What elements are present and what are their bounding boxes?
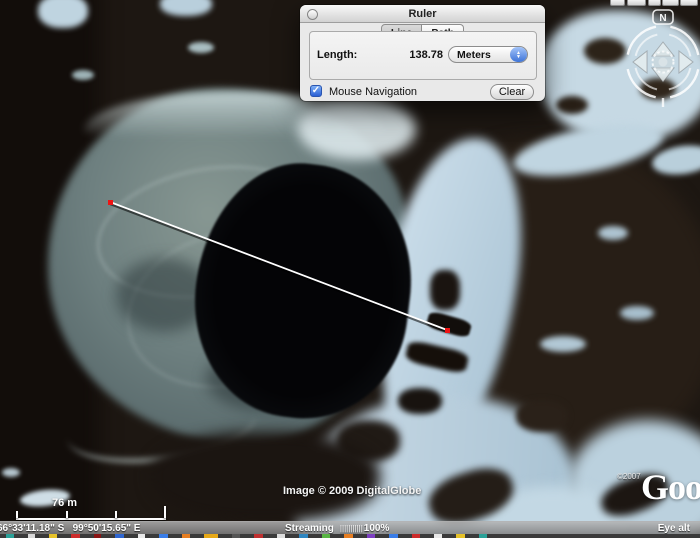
taskbar-icon	[138, 534, 145, 538]
length-value: 138.78	[390, 49, 443, 61]
north-label: N	[659, 13, 666, 24]
rock-patch	[430, 270, 460, 310]
taskbar-icon	[6, 534, 14, 538]
taskbar-icon	[71, 534, 80, 538]
rock-patch	[398, 388, 442, 414]
snow-patch	[188, 42, 214, 53]
clear-button[interactable]: Clear	[490, 84, 534, 100]
taskbar-icon	[204, 534, 218, 538]
taskbar-icon	[277, 534, 285, 538]
checkbox-check-icon: ✓	[312, 85, 320, 96]
ice-rim-highlight	[298, 98, 416, 160]
snow-patch	[160, 0, 212, 16]
taskbar-icon	[28, 534, 35, 538]
unit-selected-value: Meters	[449, 49, 491, 61]
snow-patch	[2, 468, 20, 477]
scale-bar-tick	[66, 511, 68, 518]
stepper-down-icon: ▼	[516, 55, 521, 59]
taskbar-icon	[367, 534, 375, 538]
mouse-navigation-checkbox[interactable]: ✓	[310, 85, 322, 97]
taskbar-icon	[322, 534, 330, 538]
snow-streak	[620, 306, 654, 320]
taskbar-icon	[389, 534, 398, 538]
taskbar-icon	[434, 534, 442, 538]
eye-alt-label: Eye alt	[658, 523, 690, 534]
scale-bar-tick	[115, 511, 117, 518]
ruler-dialog[interactable]: Ruler Line Path Length: 138.78 Meters ▲ …	[300, 5, 545, 101]
taskbar-icon	[49, 534, 57, 538]
snow-patch	[38, 0, 88, 28]
taskbar-edge-fragment	[0, 534, 700, 538]
google-logo: Google	[641, 466, 700, 508]
dropdown-stepper-icon: ▲ ▼	[510, 47, 527, 62]
taskbar-icon	[94, 534, 101, 538]
streaming-percent: 100%	[364, 523, 390, 534]
streaming-status: Streaming ||||||||||| 100%	[285, 523, 389, 534]
snow-streak	[650, 142, 700, 178]
snow-streak	[598, 226, 628, 240]
scale-bar-line	[16, 518, 166, 520]
taskbar-icon	[254, 534, 263, 538]
mouse-navigation-label: Mouse Navigation	[329, 86, 417, 98]
rock-patch	[516, 400, 568, 432]
scale-bar-tick	[164, 506, 166, 518]
close-icon[interactable]	[307, 9, 318, 20]
snow-streak	[540, 336, 586, 352]
taskbar-icon	[115, 534, 124, 538]
scale-bar-tick	[16, 511, 18, 518]
pointer-coordinates: 66°33'11.18" S 99°50'15.65" E	[0, 523, 140, 534]
rock-patch	[556, 96, 588, 114]
unit-dropdown[interactable]: Meters ▲ ▼	[448, 46, 528, 63]
compass-center-dot[interactable]	[659, 58, 668, 67]
taskbar-icon	[412, 534, 420, 538]
dialog-title: Ruler	[408, 8, 436, 20]
taskbar-icon	[456, 534, 465, 538]
scale-bar: 76 m	[0, 497, 175, 523]
taskbar-icon	[159, 534, 168, 538]
taskbar-icon	[182, 534, 190, 538]
google-earth-viewport[interactable]: N Ruler Line Path Length: 138.78 Meters …	[0, 0, 700, 538]
length-label: Length:	[317, 49, 357, 61]
streaming-label: Streaming	[285, 523, 334, 534]
status-bar: 66°33'11.18" S 99°50'15.65" E Streaming …	[0, 521, 700, 534]
taskbar-icon	[479, 534, 487, 538]
taskbar-icon	[344, 534, 353, 538]
taskbar-icon	[232, 534, 240, 538]
scale-bar-label: 76 m	[52, 497, 77, 509]
navigation-compass[interactable]: N	[620, 8, 700, 108]
dialog-titlebar[interactable]: Ruler	[300, 5, 545, 23]
snow-patch	[72, 70, 94, 80]
imagery-credit: Image © 2009 DigitalGlobe	[283, 485, 421, 497]
logo-copyright: ©2007	[617, 472, 641, 481]
taskbar-icon	[299, 534, 308, 538]
terrain-feature	[150, 432, 380, 522]
streaming-progress-icon: |||||||||||	[340, 524, 363, 533]
